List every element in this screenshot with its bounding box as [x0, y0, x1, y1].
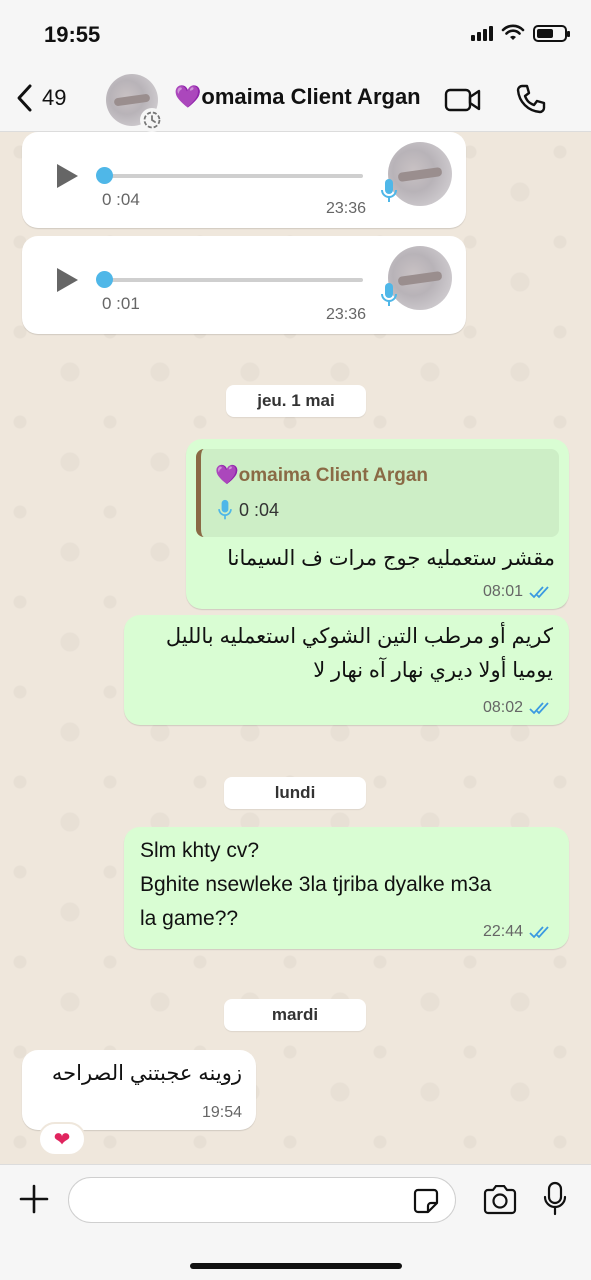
back-button[interactable]: 49 — [14, 82, 66, 114]
microphone-icon — [543, 1181, 567, 1216]
audio-scrubber[interactable] — [96, 271, 113, 288]
date-separator: lundi — [224, 777, 366, 809]
outgoing-message[interactable]: كريم أو مرطب التين الشوكي استعمليه باللي… — [124, 615, 569, 725]
audio-scrubber[interactable] — [96, 167, 113, 184]
play-icon — [57, 268, 78, 292]
contact-avatar[interactable] — [106, 74, 164, 132]
status-icon — [140, 108, 164, 132]
audio-duration: 0 :01 — [102, 294, 140, 313]
play-button[interactable] — [54, 266, 80, 299]
wifi-icon — [501, 24, 525, 40]
microphone-icon — [218, 499, 232, 520]
battery-icon — [533, 24, 570, 42]
message-meta: 08:01 — [483, 583, 553, 601]
message-input[interactable] — [68, 1177, 456, 1223]
outgoing-message[interactable]: Slm khty cv? Bghite nsewleke 3la tjriba … — [124, 827, 569, 949]
read-ticks-icon — [529, 702, 549, 715]
contact-name[interactable]: 💜omaima Client Argan — [174, 84, 421, 110]
quoted-voice-duration: 0 :04 — [217, 499, 279, 521]
message-meta: 22:44 — [483, 923, 553, 941]
message-time: 22:44 — [482, 923, 523, 940]
cellular-signal-icon — [471, 25, 493, 41]
voice-message[interactable]: 0 :01 23:36 — [22, 236, 466, 334]
message-meta: 08:02 — [483, 699, 553, 717]
video-camera-icon — [444, 88, 481, 112]
read-ticks-icon — [529, 586, 549, 599]
quoted-message[interactable]: 💜omaima Client Argan 0 :04 — [196, 449, 559, 537]
quoted-sender-name: 💜omaima Client Argan — [215, 465, 428, 486]
unread-count: 49 — [42, 85, 67, 110]
audio-progress-track[interactable] — [98, 174, 363, 178]
status-bar: 19:55 — [0, 0, 591, 70]
phone-icon — [516, 84, 546, 114]
message-time: 23:36 — [325, 200, 366, 217]
chat-area[interactable]: 0 :04 23:36 0 :01 23:36 jeu. 1 mai 💜omai… — [0, 132, 591, 1164]
date-separator: jeu. 1 mai — [226, 385, 366, 417]
message-time: 19:54 — [201, 1104, 242, 1121]
status-icons — [471, 24, 570, 42]
message-text: مقشر ستعمليه جوج مرات ف السيمانا — [227, 547, 555, 570]
sticker-icon — [413, 1188, 439, 1214]
video-call-button[interactable] — [444, 86, 482, 119]
plus-icon — [19, 1184, 49, 1214]
message-text-line: Slm khty cv? — [140, 839, 260, 862]
message-time: 23:36 — [325, 306, 366, 323]
home-indicator — [190, 1263, 402, 1269]
chevron-left-icon — [17, 84, 32, 112]
message-text-line: la game?? — [140, 907, 239, 930]
play-button[interactable] — [54, 162, 80, 195]
message-text-line: كريم أو مرطب التين الشوكي استعمليه باللي… — [165, 625, 553, 648]
message-text-line: Bghite nsewleke 3la tjriba dyalke m3a — [140, 873, 492, 896]
read-ticks-icon — [529, 926, 549, 939]
message-text: زوينه عجبتني الصراحه — [51, 1062, 242, 1085]
record-voice-button[interactable] — [542, 1181, 568, 1222]
sticker-button[interactable] — [412, 1187, 440, 1220]
audio-duration: 0 :04 — [102, 190, 140, 209]
camera-icon — [483, 1184, 517, 1215]
message-text-line: يوميا أولا ديري نهار آه نهار لا — [313, 659, 553, 682]
microphone-icon — [380, 178, 398, 209]
message-input-bar — [0, 1164, 591, 1280]
voice-call-button[interactable] — [514, 82, 548, 121]
outgoing-reply-message[interactable]: 💜omaima Client Argan 0 :04 مقشر ستعمليه … — [186, 439, 569, 609]
chat-header: 49 💜omaima Client Argan — [0, 70, 591, 132]
voice-message[interactable]: 0 :04 23:36 — [22, 132, 466, 228]
quoted-duration-text: 0 :04 — [239, 499, 280, 520]
heart-reaction-icon[interactable]: ❤ — [38, 1122, 86, 1156]
attach-button[interactable] — [18, 1183, 50, 1220]
incoming-message[interactable]: زوينه عجبتني الصراحه 19:54 — [22, 1050, 256, 1130]
status-time: 19:55 — [44, 22, 101, 47]
camera-button[interactable] — [482, 1184, 518, 1220]
message-time: 08:01 — [482, 583, 523, 600]
audio-progress-track[interactable] — [98, 278, 363, 282]
message-time: 08:02 — [482, 699, 523, 716]
date-separator: mardi — [224, 999, 366, 1031]
message-meta: 19:54 — [202, 1104, 242, 1122]
play-icon — [57, 164, 78, 188]
microphone-icon — [380, 282, 398, 313]
